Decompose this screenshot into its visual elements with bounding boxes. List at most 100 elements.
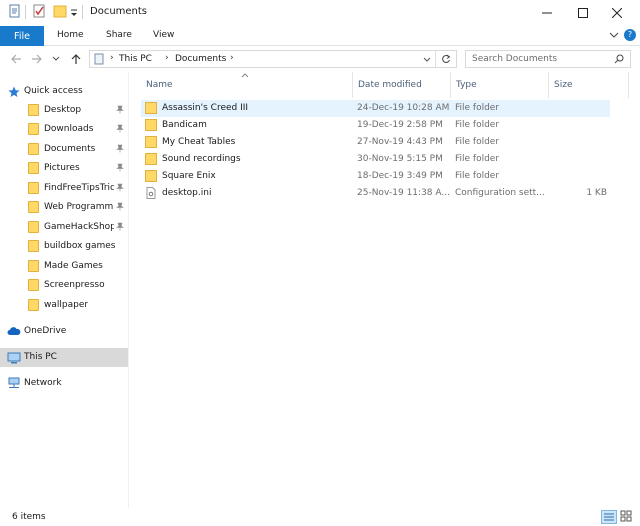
folder-icon [28, 279, 39, 291]
file-name: Square Enix [162, 171, 216, 181]
file-row[interactable]: desktop.ini 25-Nov-19 11:38 A... Configu… [141, 185, 610, 202]
breadcrumb-separator[interactable]: › [165, 53, 169, 63]
sidebar-item-label: Screenpresso [44, 280, 105, 290]
column-header-date-modified[interactable]: Date modified [353, 72, 451, 98]
file-name: Bandicam [162, 120, 207, 130]
breadcrumb-separator[interactable]: › [110, 53, 114, 63]
ribbon-tabs: File Home Share View ? [0, 26, 640, 46]
sidebar-item-onedrive[interactable]: OneDrive [0, 322, 128, 341]
title-bar: Documents [0, 0, 640, 26]
chevron-down-icon [609, 32, 619, 38]
file-type: Configuration sett... [455, 188, 545, 198]
forward-button[interactable] [31, 53, 43, 65]
pin-icon[interactable] [116, 183, 124, 192]
column-headers: Name Date modified Type Size [129, 72, 640, 98]
up-button[interactable] [70, 53, 82, 65]
search-icon[interactable] [614, 54, 624, 64]
sidebar-item-label: Made Games [44, 261, 103, 271]
sidebar-item-buildbox-games[interactable]: buildbox games [0, 237, 128, 256]
pin-icon[interactable] [116, 163, 124, 172]
pin-icon[interactable] [116, 222, 124, 231]
file-type: File folder [455, 137, 500, 147]
sidebar-item-network[interactable]: Network [0, 374, 128, 393]
address-history-button[interactable] [423, 56, 431, 64]
back-button[interactable] [10, 53, 22, 65]
file-row[interactable]: Square Enix 18-Dec-19 3:49 PM File folde… [141, 168, 610, 185]
recent-locations-button[interactable] [52, 55, 60, 63]
breadcrumb-separator[interactable]: › [230, 53, 234, 63]
navigation-bar: › This PC › Documents › Search Documents [0, 46, 640, 72]
file-row[interactable]: Bandicam 19-Dec-19 2:58 PM File folder [141, 117, 610, 134]
folder-icon [28, 143, 39, 155]
sidebar-item-quick-access[interactable]: Quick access [0, 82, 128, 101]
refresh-button[interactable] [441, 54, 451, 64]
sidebar-item-gamehackshop[interactable]: GameHackShop [0, 218, 128, 237]
large-icons-view-button[interactable] [619, 510, 635, 524]
properties-icon[interactable] [9, 4, 21, 18]
file-date: 24-Dec-19 10:28 AM [357, 103, 450, 113]
breadcrumb-documents[interactable]: Documents [175, 54, 226, 64]
tab-view[interactable]: View [153, 30, 174, 40]
details-view-icon [604, 513, 614, 521]
breadcrumb-this-pc[interactable]: This PC [119, 54, 152, 64]
folder-icon [28, 260, 39, 272]
large-icons-view-icon [620, 510, 632, 522]
sidebar-item-web-programming[interactable]: Web Programmi [0, 198, 128, 217]
pin-icon[interactable] [116, 202, 124, 211]
tab-home[interactable]: Home [57, 30, 84, 40]
sidebar-item-label: Network [24, 378, 62, 388]
maximize-icon [578, 8, 588, 18]
pin-icon[interactable] [116, 144, 124, 153]
expand-ribbon-button[interactable] [609, 30, 619, 40]
column-header-name[interactable]: Name [141, 72, 353, 98]
tab-share[interactable]: Share [106, 30, 132, 40]
column-header-type[interactable]: Type [451, 72, 549, 98]
cloud-icon [7, 326, 21, 336]
sidebar-item-downloads[interactable]: Downloads [0, 120, 128, 139]
pin-icon[interactable] [116, 124, 124, 133]
sidebar-item-label: FindFreeTipsTric [44, 183, 114, 193]
folder-icon [28, 299, 39, 311]
sidebar-item-screenpresso[interactable]: Screenpresso [0, 276, 128, 295]
folder-icon [145, 153, 157, 165]
sidebar-item-pictures[interactable]: Pictures [0, 159, 128, 178]
file-name: desktop.ini [162, 188, 212, 198]
folder-icon [28, 123, 39, 135]
item-count: 6 items [12, 512, 46, 522]
search-input[interactable]: Search Documents [472, 54, 557, 64]
column-header-size[interactable]: Size [549, 72, 629, 98]
sidebar-item-label: Web Programmi [44, 202, 114, 212]
help-icon[interactable]: ? [624, 29, 636, 41]
checkmark-icon[interactable] [33, 4, 46, 18]
sidebar-item-label: buildbox games [44, 241, 116, 251]
chevron-down-icon [423, 57, 431, 62]
file-name: Sound recordings [162, 154, 241, 164]
pin-icon[interactable] [116, 105, 124, 114]
address-divider [435, 51, 436, 67]
details-view-button[interactable] [601, 510, 617, 524]
sidebar-item-findfreetipstric[interactable]: FindFreeTipsTric [0, 179, 128, 198]
sidebar-item-label: Quick access [24, 86, 83, 96]
sidebar-item-wallpaper[interactable]: wallpaper [0, 296, 128, 315]
file-type: File folder [455, 103, 500, 113]
file-type: File folder [455, 171, 500, 181]
file-date: 19-Dec-19 2:58 PM [357, 120, 443, 130]
customize-toolbar-icon[interactable] [70, 8, 78, 18]
new-folder-icon[interactable] [53, 4, 67, 18]
sidebar-item-documents[interactable]: Documents [0, 140, 128, 159]
navigation-pane: Quick access Desktop Downloads Documents… [0, 72, 129, 508]
search-box[interactable]: Search Documents [465, 50, 631, 68]
sidebar-item-made-games[interactable]: Made Games [0, 257, 128, 276]
sidebar-item-this-pc[interactable]: This PC [0, 348, 128, 367]
file-row[interactable]: My Cheat Tables 27-Nov-19 4:43 PM File f… [141, 134, 610, 151]
close-button[interactable] [594, 0, 640, 26]
sidebar-item-label: Desktop [44, 105, 82, 115]
sidebar-item-desktop[interactable]: Desktop [0, 101, 128, 120]
toolbar-divider [82, 5, 83, 19]
file-date: 30-Nov-19 5:15 PM [357, 154, 443, 164]
file-row[interactable]: Assassin's Creed III 24-Dec-19 10:28 AM … [141, 100, 610, 117]
address-bar[interactable]: › This PC › Documents › [89, 50, 457, 68]
file-row[interactable]: Sound recordings 30-Nov-19 5:15 PM File … [141, 151, 610, 168]
status-bar: 6 items [0, 508, 640, 526]
tab-file[interactable]: File [0, 26, 44, 46]
